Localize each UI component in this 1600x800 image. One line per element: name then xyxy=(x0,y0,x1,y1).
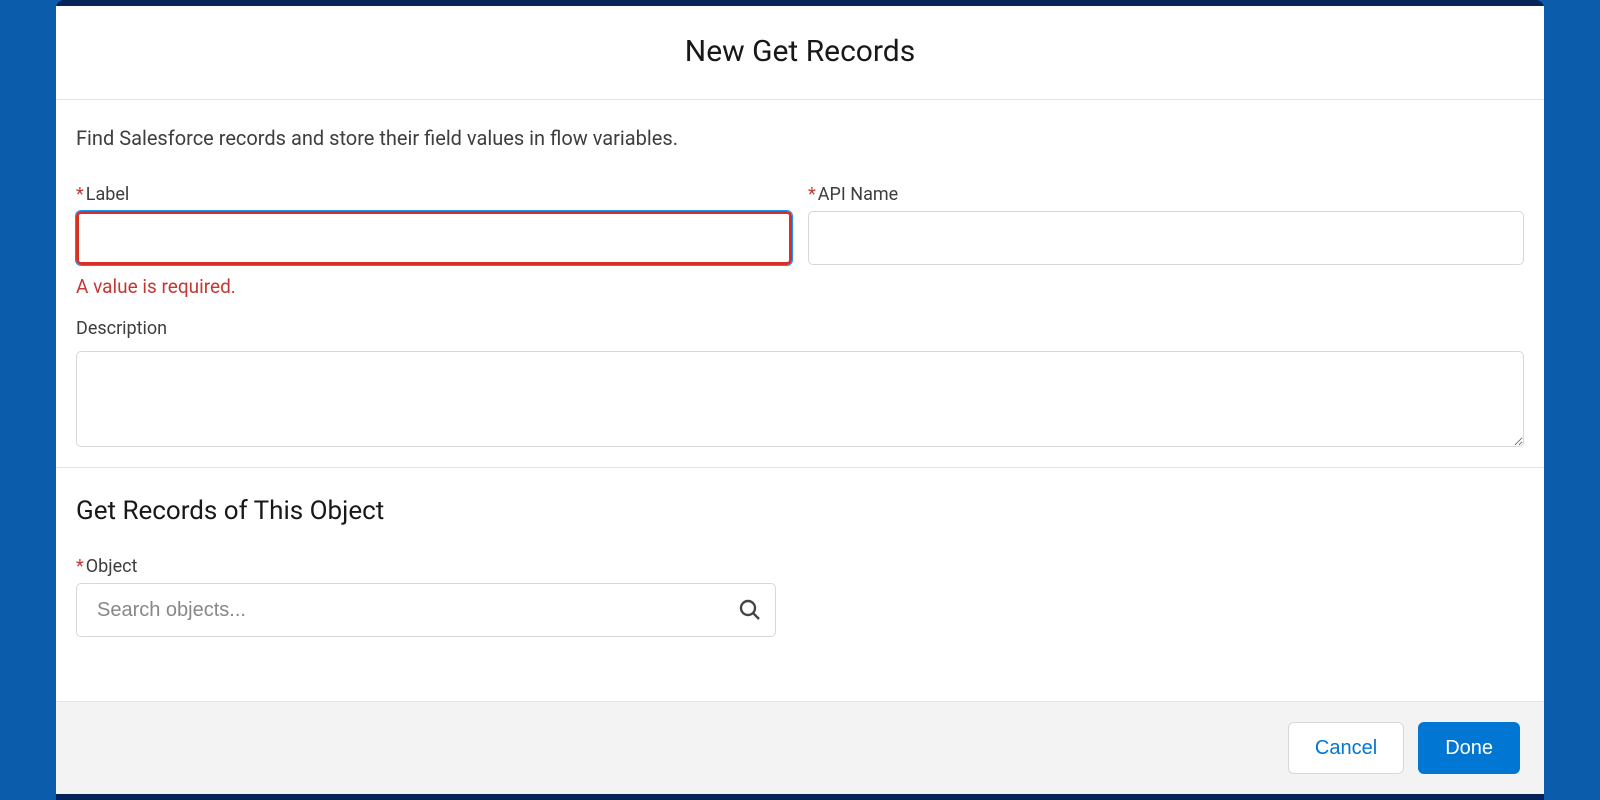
apiname-text: API Name xyxy=(818,184,898,205)
label-input[interactable] xyxy=(76,211,792,265)
label-text: Label xyxy=(86,184,130,205)
description-input[interactable] xyxy=(76,351,1524,447)
done-button[interactable]: Done xyxy=(1418,722,1520,774)
modal-header: New Get Records xyxy=(56,6,1544,100)
bottom-padding xyxy=(76,637,1524,657)
object-search-input[interactable] xyxy=(76,583,776,637)
required-star: * xyxy=(808,184,816,205)
apiname-input[interactable] xyxy=(808,211,1524,265)
required-star: * xyxy=(76,184,84,205)
object-label-text: Object xyxy=(86,556,138,577)
object-field-group: *Object xyxy=(76,556,1524,637)
modal-dialog: New Get Records Find Salesforce records … xyxy=(56,6,1544,794)
apiname-field-label: *API Name xyxy=(808,184,1524,205)
apiname-field-group: *API Name xyxy=(808,184,1524,298)
object-section-heading: Get Records of This Object xyxy=(76,496,1524,526)
description-row: Description xyxy=(76,318,1524,447)
cancel-button[interactable]: Cancel xyxy=(1288,722,1404,774)
body-content: Find Salesforce records and store their … xyxy=(56,100,1544,657)
required-star: * xyxy=(76,556,84,577)
label-apiname-row: *Label A value is required. *API Name xyxy=(76,184,1524,298)
modal-title: New Get Records xyxy=(76,34,1524,69)
section-divider xyxy=(56,467,1544,468)
label-field-label: *Label xyxy=(76,184,792,205)
window-frame: New Get Records Find Salesforce records … xyxy=(56,0,1544,800)
object-field-label: *Object xyxy=(76,556,1524,577)
label-error-message: A value is required. xyxy=(76,275,792,298)
label-field-group: *Label A value is required. xyxy=(76,184,792,298)
object-combobox[interactable] xyxy=(76,583,776,637)
modal-footer: Cancel Done xyxy=(56,701,1544,794)
modal-body: Find Salesforce records and store their … xyxy=(56,100,1544,701)
intro-text: Find Salesforce records and store their … xyxy=(76,126,1524,150)
description-field-label: Description xyxy=(76,318,1524,339)
